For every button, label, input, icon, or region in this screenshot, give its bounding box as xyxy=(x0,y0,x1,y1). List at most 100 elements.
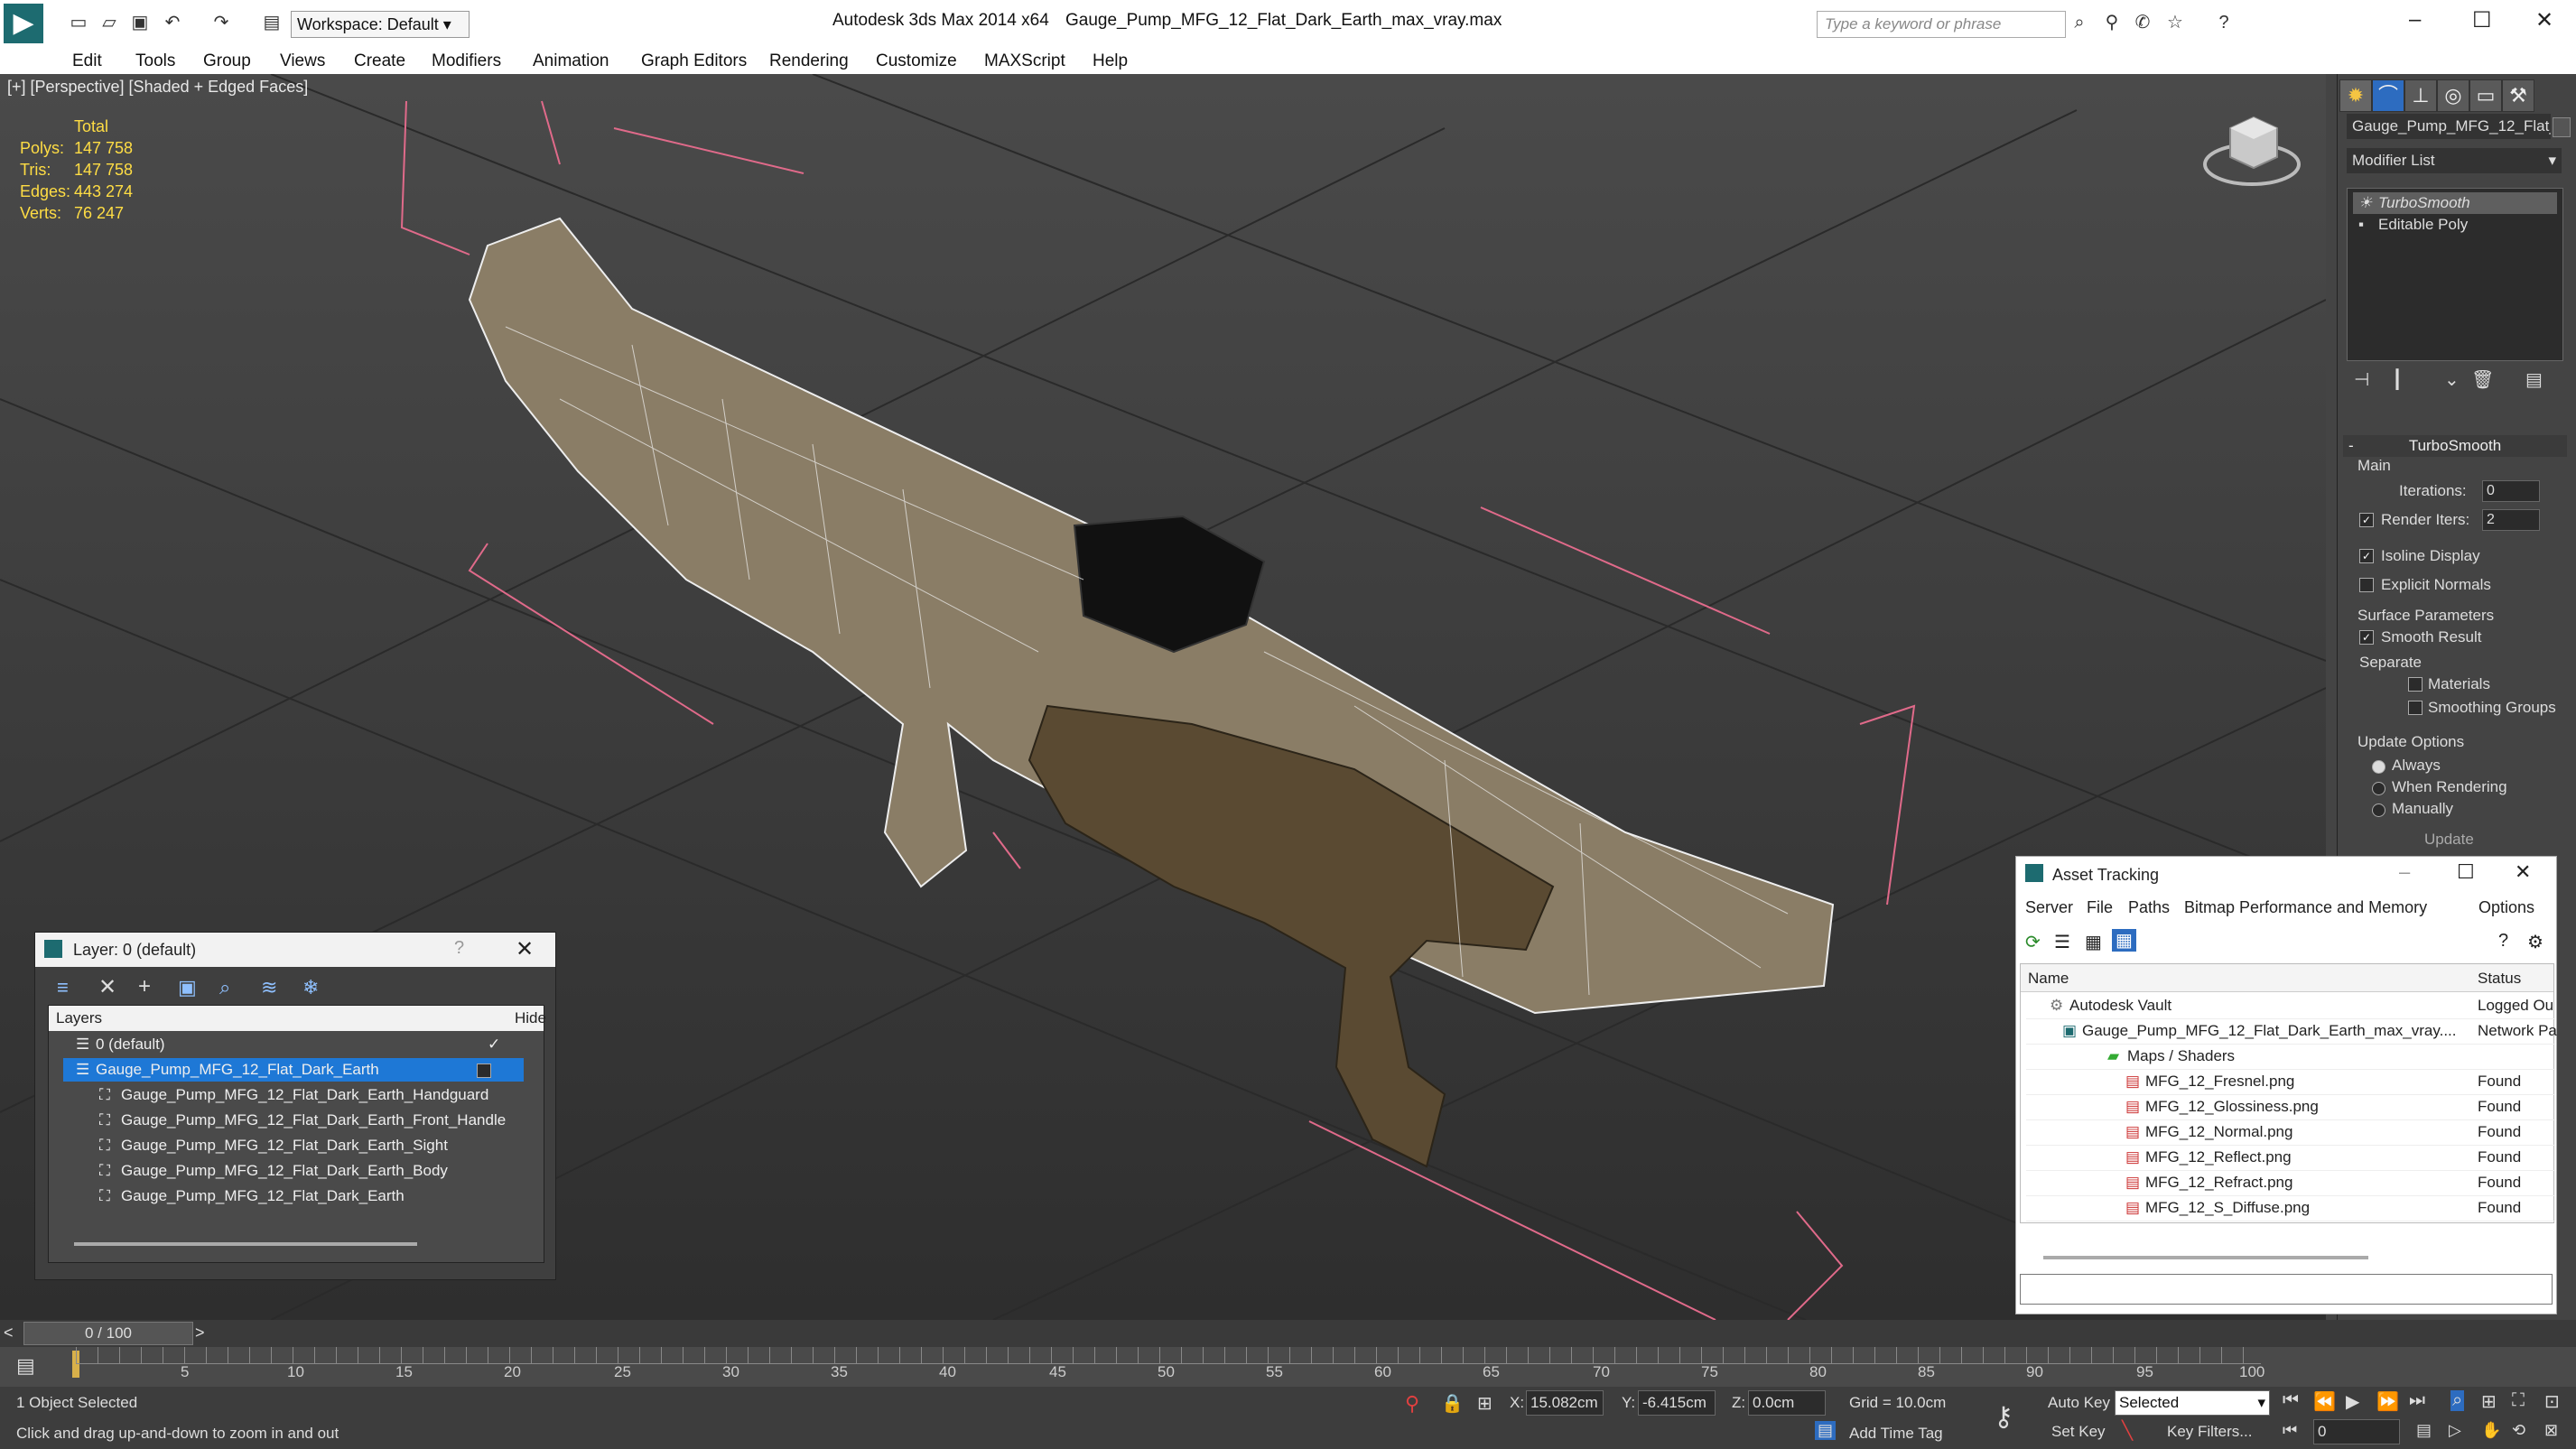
make-unique-icon[interactable]: ⌄ xyxy=(2444,368,2460,391)
help-icon[interactable]: ? xyxy=(454,938,464,959)
lightbulb-icon[interactable]: ☀ xyxy=(2358,192,2372,214)
asset-menu-options[interactable]: Options xyxy=(2478,898,2534,917)
layer-list[interactable]: Layers Hide ☰ 0 (default) ✓ ☰ Gauge_Pump_MF… xyxy=(48,1005,546,1263)
remove-modifier-icon[interactable]: 🗑 xyxy=(2471,368,2494,391)
redo-icon[interactable]: ↷ xyxy=(209,11,233,34)
favorites-star-icon[interactable]: ☆ xyxy=(2163,11,2187,34)
isoline-display-checkbox[interactable]: ✓ xyxy=(2359,549,2374,563)
key-filters-icon[interactable]: ╲ xyxy=(2122,1419,2133,1442)
go-to-end-icon[interactable]: ⏭ xyxy=(2409,1390,2425,1411)
time-slider-thumb[interactable]: 0 / 100 xyxy=(23,1322,193,1345)
key-mode-toggle-icon[interactable]: ⏮ xyxy=(2283,1421,2297,1440)
hide-unhide-all-icon[interactable]: ≋ xyxy=(261,976,277,999)
add-time-tag[interactable]: Add Time Tag xyxy=(1849,1425,1943,1443)
zoom-extents-icon[interactable]: ⛶ xyxy=(2512,1390,2525,1411)
menu-create[interactable]: Create xyxy=(354,51,405,71)
stack-item-editable-poly[interactable]: ▪ Editable Poly xyxy=(2353,214,2557,236)
menu-rendering[interactable]: Rendering xyxy=(769,51,849,71)
x-coordinate-field[interactable]: 15.082cm xyxy=(1526,1390,1604,1416)
current-layer-check-icon[interactable]: ✓ xyxy=(488,1033,500,1056)
help-icon[interactable]: ? xyxy=(2212,11,2236,34)
asset-row[interactable]: ▤ MFG_12_Glossiness.png Found xyxy=(2026,1094,2555,1120)
motion-tab-icon[interactable]: ◎ xyxy=(2437,79,2469,112)
absolute-mode-icon[interactable]: ⊞ xyxy=(1477,1392,1493,1415)
layers-column-header[interactable]: Layers xyxy=(56,1009,102,1027)
modify-tab-icon[interactable]: ⌒ xyxy=(2372,79,2404,112)
asset-table[interactable]: Name Status ⚙ Autodesk Vault Logged Ou ▣ Ga… xyxy=(2020,963,2557,1223)
time-configuration-icon[interactable]: ▤ xyxy=(2416,1421,2432,1440)
layer-row[interactable]: ☰ 0 (default) ✓ xyxy=(63,1033,524,1056)
previous-frame-icon[interactable]: < xyxy=(4,1324,14,1342)
current-frame-field[interactable]: 0 xyxy=(2313,1419,2400,1444)
search-input[interactable]: Type a keyword or phrase xyxy=(1817,11,2066,38)
close-icon[interactable]: ✕ xyxy=(516,936,534,962)
app-logo-icon[interactable]: ▶ xyxy=(4,4,43,43)
close-icon[interactable]: ✕ xyxy=(2515,860,2531,884)
manually-radio[interactable] xyxy=(2372,803,2385,817)
modifier-stack[interactable]: ☀ TurboSmooth ▪ Editable Poly xyxy=(2347,188,2563,361)
maximize-toggle-icon[interactable]: ⊠ xyxy=(2544,1421,2558,1440)
add-to-layer-icon[interactable]: + xyxy=(138,974,151,999)
asset-path-field[interactable] xyxy=(2020,1274,2553,1305)
always-radio[interactable] xyxy=(2372,760,2385,774)
layer-dialog-titlebar[interactable]: Layer: 0 (default) ? ✕ xyxy=(35,933,555,967)
minimize-icon[interactable]: – xyxy=(2409,7,2421,33)
name-column-header[interactable]: Name xyxy=(2028,970,2069,988)
menu-graph-editors[interactable]: Graph Editors xyxy=(641,51,747,71)
menu-help[interactable]: Help xyxy=(1093,51,1128,71)
layer-row-selected[interactable]: ☰ Gauge_Pump_MFG_12_Flat_Dark_Earth xyxy=(63,1058,524,1082)
viewcube[interactable] xyxy=(2203,116,2301,186)
binoculars-icon[interactable]: ⌕ xyxy=(2068,11,2091,34)
settings-icon[interactable]: ⚙ xyxy=(2527,931,2543,953)
maximize-icon[interactable]: ☐ xyxy=(2472,7,2492,33)
subscription-icon[interactable]: ⚲ xyxy=(2100,11,2124,34)
object-color-swatch[interactable] xyxy=(2553,117,2571,137)
mini-curve-editor-icon[interactable]: ▤ xyxy=(16,1354,35,1378)
display-tab-icon[interactable]: ▭ xyxy=(2469,79,2502,112)
show-end-result-icon[interactable]: ┃ xyxy=(2392,368,2403,391)
asset-row[interactable]: ▤ MFG_12_S_Diffuse.png Found xyxy=(2026,1195,2555,1221)
key-filters-button[interactable]: Key Filters... xyxy=(2167,1423,2252,1441)
asset-row[interactable]: ▤ MFG_12_Normal.png Found xyxy=(2026,1119,2555,1146)
asset-menu-paths[interactable]: Paths xyxy=(2128,898,2170,917)
asset-menu-file[interactable]: File xyxy=(2087,898,2113,917)
asset-row[interactable]: ▣ Gauge_Pump_MFG_12_Flat_Dark_Earth_max_v… xyxy=(2026,1018,2557,1045)
detail-view-icon[interactable]: ▦ xyxy=(2085,931,2102,953)
new-file-icon[interactable]: ▭ xyxy=(67,11,90,34)
orbit-icon[interactable]: ⟲ xyxy=(2512,1421,2525,1440)
z-coordinate-field[interactable]: 0.0cm xyxy=(1748,1390,1826,1416)
y-coordinate-field[interactable]: -6.415cm xyxy=(1638,1390,1716,1416)
menu-maxscript[interactable]: MAXScript xyxy=(984,51,1065,71)
next-frame-icon[interactable]: > xyxy=(195,1324,205,1342)
pan-icon[interactable]: ✋ xyxy=(2481,1421,2501,1440)
menu-tools[interactable]: Tools xyxy=(135,51,175,71)
close-window-icon[interactable]: ✕ xyxy=(2535,7,2553,33)
refresh-icon[interactable]: ⟳ xyxy=(2025,931,2041,953)
viewport-label[interactable]: [+] [Perspective] [Shaded + Edged Faces] xyxy=(7,78,308,97)
object-row[interactable]: ⛶ Gauge_Pump_MFG_12_Flat_Dark_Earth_Sight xyxy=(63,1134,524,1157)
status-column-header[interactable]: Status xyxy=(2478,970,2521,988)
menu-customize[interactable]: Customize xyxy=(876,51,957,71)
previous-key-icon[interactable]: ⏪ xyxy=(2313,1390,2336,1413)
track-bar[interactable]: ▤ 5 10 15 20 25 30 35 40 45 50 55 60 65 … xyxy=(0,1347,2576,1387)
object-row[interactable]: ⛶ Gauge_Pump_MFG_12_Flat_Dark_Earth_Front… xyxy=(63,1109,524,1132)
iterations-spinner[interactable]: 0 xyxy=(2482,480,2540,502)
horizontal-scrollbar[interactable] xyxy=(2043,1256,2368,1259)
collapse-toggle-icon[interactable]: ▪ xyxy=(2358,214,2364,236)
modifier-list-dropdown[interactable]: Modifier List ▾ xyxy=(2347,148,2562,173)
menu-modifiers[interactable]: Modifiers xyxy=(432,51,501,71)
object-row[interactable]: ⛶ Gauge_Pump_MFG_12_Flat_Dark_Earth xyxy=(63,1184,524,1208)
highlight-selected-layer-icon[interactable]: ⌕ xyxy=(219,976,230,999)
auto-key-button[interactable]: Auto Key xyxy=(2048,1394,2110,1412)
list-view-icon[interactable]: ☰ xyxy=(2054,931,2070,953)
smooth-result-checkbox[interactable]: ✓ xyxy=(2359,630,2374,645)
help-icon[interactable]: ? xyxy=(2498,931,2508,952)
selection-lock-icon[interactable]: 🔒 xyxy=(1441,1392,1464,1415)
utilities-tab-icon[interactable]: ⚒ xyxy=(2502,79,2534,112)
workspace-dropdown[interactable]: Workspace: Default ▾ xyxy=(291,11,470,38)
set-key-icon[interactable]: ⚷ xyxy=(1994,1401,2013,1433)
hide-column-header[interactable]: Hide xyxy=(515,1009,546,1027)
horizontal-scrollbar[interactable] xyxy=(74,1242,417,1246)
asset-menu-server[interactable]: Server xyxy=(2025,898,2073,917)
asset-row[interactable]: ▰ Maps / Shaders xyxy=(2026,1044,2555,1070)
